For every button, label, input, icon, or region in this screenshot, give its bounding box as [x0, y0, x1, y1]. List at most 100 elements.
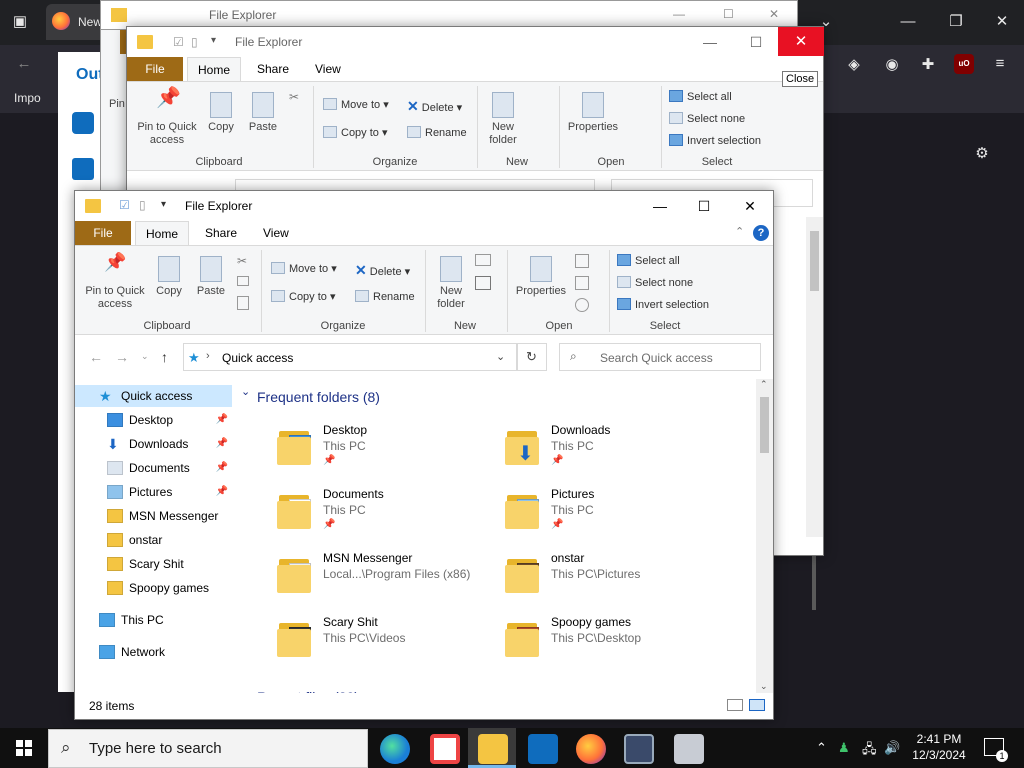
maximize-icon[interactable]: ☐ — [733, 27, 779, 57]
outlook-icon[interactable] — [528, 734, 558, 764]
scroll-thumb[interactable] — [760, 397, 769, 453]
tab-share[interactable]: Share — [195, 221, 247, 245]
easy-access-icon[interactable] — [475, 276, 491, 290]
copy-to-button[interactable]: Copy to ▾ — [323, 126, 388, 139]
chevron-up-icon[interactable]: ⌃ — [816, 740, 827, 756]
folder-tile[interactable]: Pictures This PC 📌 — [503, 485, 723, 541]
edge-icon[interactable] — [380, 734, 410, 764]
extensions-icon[interactable]: ✚ — [916, 53, 940, 77]
import-bookmark[interactable]: Impo — [14, 91, 41, 105]
firefox-icon[interactable] — [576, 734, 606, 764]
maximize-icon[interactable]: ☐ — [723, 7, 734, 21]
scrollbar[interactable]: ⌃ ⌄ — [756, 379, 773, 697]
calendar-icon[interactable] — [72, 158, 94, 180]
copy-button[interactable]: Copy — [151, 256, 187, 298]
collapse-ribbon-icon[interactable]: ⌃ — [735, 225, 744, 238]
select-all-button[interactable]: Select all — [617, 254, 680, 267]
rename-button[interactable]: Rename — [407, 126, 467, 139]
minimize-icon[interactable]: — — [687, 27, 733, 57]
folder-tile[interactable]: Desktop This PC 📌 — [275, 421, 495, 477]
tab-list-icon[interactable]: ▣ — [8, 10, 32, 34]
back-arrow-icon[interactable]: ← — [89, 349, 103, 365]
store-icon[interactable] — [430, 734, 460, 764]
chevron-down-icon[interactable]: ⌄ — [496, 350, 505, 363]
dropdown-icon[interactable]: ▾ — [211, 35, 216, 46]
account-icon[interactable]: ◉ — [880, 53, 904, 77]
up-arrow-icon[interactable]: ↑ — [161, 349, 168, 365]
scroll-down-icon[interactable]: ⌄ — [760, 681, 768, 692]
close-icon[interactable]: ✕ — [769, 7, 779, 21]
taskbar-search[interactable]: ⌕ Type here to search — [48, 729, 368, 768]
user-icon[interactable]: ♟ — [838, 740, 850, 756]
address-bar[interactable]: ★ › Quick access ⌄ — [183, 343, 517, 371]
copy-to-button[interactable]: Copy to ▾ — [271, 290, 336, 303]
tab-home[interactable]: Home — [187, 57, 242, 81]
settings-icon[interactable]: ⚙ — [970, 142, 994, 166]
close-button[interactable]: ✕ — [778, 27, 824, 56]
paste-button[interactable]: Paste — [193, 256, 229, 298]
minimize-button[interactable]: — — [637, 191, 683, 221]
folder-tile[interactable]: MSN Messenger Local...\Program Files (x86… — [275, 549, 495, 605]
scroll-up-icon[interactable]: ⌃ — [760, 379, 768, 390]
system-monitor-icon[interactable] — [674, 734, 704, 764]
folder-tile[interactable]: ⬇ Downloads This PC 📌 — [503, 421, 723, 477]
properties-button[interactable]: Properties — [511, 256, 571, 298]
volume-icon[interactable]: 🔊 — [884, 740, 900, 756]
pin-quick-access-button[interactable]: 📌 Pin to Quick access — [133, 88, 201, 147]
customize-dropdown-icon[interactable]: ▾ — [161, 199, 166, 210]
nav-item[interactable]: Pictures 📌 — [75, 481, 232, 503]
properties-button[interactable]: Properties — [563, 92, 623, 134]
file-explorer-icon[interactable] — [478, 734, 508, 764]
new-folder-quick-icon[interactable]: ▯ — [139, 198, 146, 212]
edit-icon[interactable] — [575, 276, 589, 290]
move-to-button[interactable]: Move to ▾ — [323, 98, 389, 111]
tab-file[interactable]: File — [75, 221, 131, 245]
cut-icon[interactable]: ✂ — [289, 90, 299, 104]
refresh-button[interactable]: ↻ — [517, 343, 547, 371]
invert-selection-button[interactable]: Invert selection — [617, 298, 709, 311]
nav-item[interactable]: onstar — [75, 529, 232, 551]
close-button[interactable]: ✕ — [727, 191, 773, 221]
nav-item[interactable]: This PC — [75, 609, 232, 631]
tab-file[interactable]: File — [127, 57, 183, 81]
help-icon[interactable]: ? — [753, 225, 769, 241]
cut-icon[interactable]: ✂ — [237, 254, 247, 268]
pin-quick-access-button[interactable]: 📌 Pin to Quick access — [81, 253, 149, 311]
pocket-icon[interactable]: ◈ — [842, 53, 866, 77]
ublock-icon[interactable]: uO — [954, 54, 974, 74]
invert-selection-button[interactable]: Invert selection — [669, 134, 761, 147]
select-all-button[interactable]: Select all — [669, 90, 732, 103]
start-button[interactable] — [0, 728, 48, 768]
select-none-button[interactable]: Select none — [617, 276, 693, 289]
minimize-icon[interactable]: — — [896, 10, 920, 34]
scroll-thumb[interactable] — [810, 231, 819, 291]
nav-item[interactable]: Documents 📌 — [75, 457, 232, 479]
nav-item[interactable]: ★ Quick access — [75, 385, 232, 407]
delete-button[interactable]: ✕ Delete ▾ — [407, 98, 462, 115]
copy-button[interactable]: Copy — [203, 92, 239, 134]
tiles-view-icon[interactable] — [749, 699, 765, 711]
nav-item[interactable]: Spoopy games — [75, 577, 232, 599]
folder-tile[interactable]: Scary Shit This PC\Videos — [275, 613, 495, 669]
copy-path-icon[interactable] — [237, 276, 249, 286]
folder-tile[interactable]: Spoopy games This PC\Desktop — [503, 613, 723, 669]
nav-item[interactable]: ⬇ Downloads 📌 — [75, 433, 232, 455]
shield-app-icon[interactable] — [624, 734, 654, 764]
nav-item[interactable]: Network — [75, 641, 232, 663]
open-icon[interactable] — [575, 254, 589, 268]
document-icon[interactable]: ▯ — [191, 35, 198, 49]
history-icon[interactable] — [575, 298, 589, 312]
forward-arrow-icon[interactable]: → — [115, 349, 129, 365]
search-box[interactable]: ⌕ Search Quick access — [559, 343, 761, 371]
new-folder-button[interactable]: New folder — [429, 256, 473, 311]
tab-share[interactable]: Share — [247, 57, 299, 81]
collapse-icon[interactable]: ⌄ — [241, 385, 250, 398]
network-icon[interactable]: 🖧 — [862, 740, 877, 762]
new-item-icon[interactable] — [475, 254, 491, 266]
select-none-button[interactable]: Select none — [669, 112, 745, 125]
recent-locations-icon[interactable]: ⌄ — [141, 351, 149, 362]
nav-item[interactable]: Scary Shit — [75, 553, 232, 575]
back-arrow-icon[interactable]: ← — [12, 52, 36, 76]
nav-item[interactable]: Desktop 📌 — [75, 409, 232, 431]
maximize-button[interactable]: ☐ — [681, 191, 727, 221]
